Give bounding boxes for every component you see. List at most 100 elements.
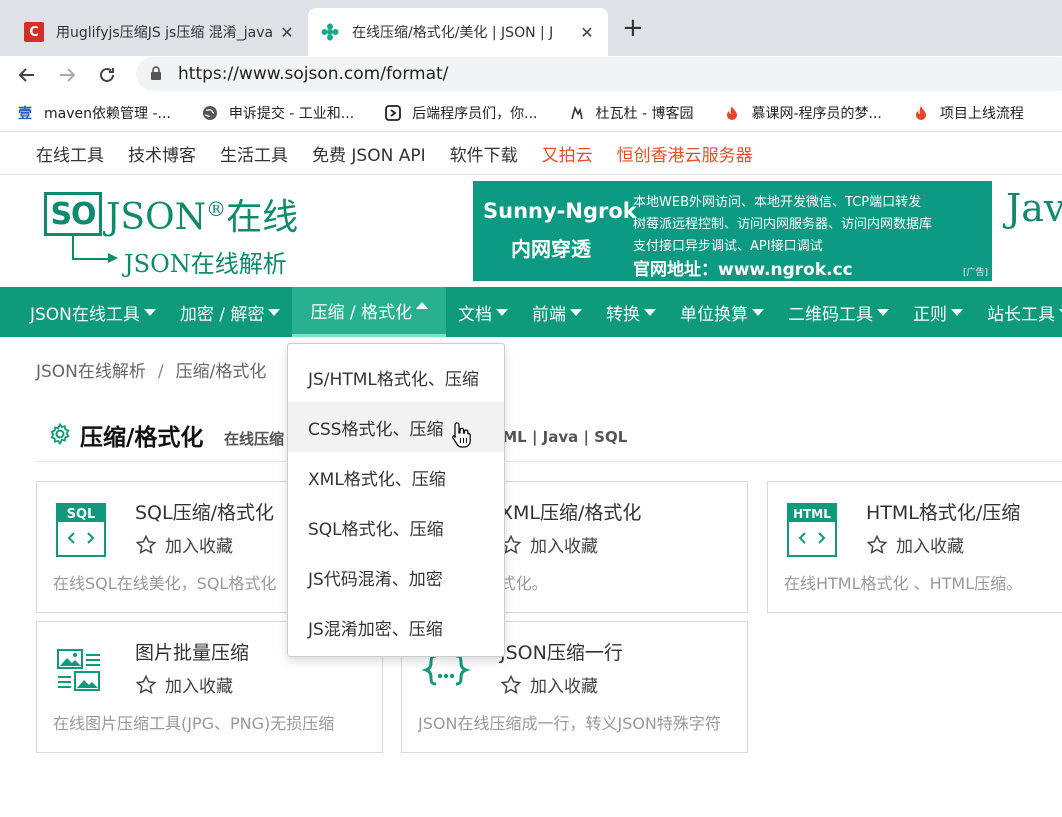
tool-card-html[interactable]: HTML HTML格式化/压缩 加入收藏 在线HTML格式化 、HTML压缩。 <box>767 481 1062 613</box>
caret-up-icon <box>416 302 428 309</box>
bookmark-label: 慕课网-程序员的梦... <box>751 105 882 122</box>
menu-item-js-obfuscate[interactable]: JS代码混淆、加密 <box>288 552 504 602</box>
image-icon <box>57 649 100 691</box>
toplink-tech-blog[interactable]: 技术博客 <box>128 141 196 166</box>
ad-line: 树莓派远程控制、访问内网服务器、访问内网数据库 <box>633 217 933 232</box>
pen-icon <box>568 104 586 122</box>
new-tab-icon[interactable]: + <box>622 14 644 42</box>
toplink-free-json-api[interactable]: 免费 JSON API <box>312 141 426 166</box>
sql-icon: SQL <box>56 503 106 557</box>
forward-icon[interactable] <box>52 60 82 90</box>
star-icon <box>135 674 157 694</box>
tab-title: 用uglifyjs压缩JS js压缩 混淆_java <box>56 25 274 41</box>
browser-tab-1[interactable]: C 用uglifyjs压缩JS js压缩 混淆_java ✕ <box>12 8 308 56</box>
close-tab-icon[interactable]: ✕ <box>578 23 596 42</box>
ad-line: 支付接口异步调试、API接口调试 <box>633 239 823 254</box>
bookmark-3[interactable]: 后端程序员们，你... <box>384 103 538 123</box>
caret-down-icon <box>644 308 656 316</box>
add-favorite-button[interactable]: 加入收藏 <box>135 532 233 557</box>
reload-icon[interactable] <box>92 60 122 90</box>
menu-item-xml-format[interactable]: XML格式化、压缩 <box>288 452 504 502</box>
sojson-favicon-icon <box>320 22 340 42</box>
add-favorite-button[interactable]: 加入收藏 <box>500 532 598 557</box>
back-icon[interactable] <box>12 60 42 90</box>
menu-item-js-obfuscate-compress[interactable]: JS混淆加密、压缩 <box>288 602 504 652</box>
caret-down-icon <box>951 308 963 316</box>
bookmark-2[interactable]: 申诉提交 - 工业和... <box>201 103 354 123</box>
flame-icon <box>723 104 741 122</box>
close-tab-icon[interactable]: ✕ <box>278 23 296 42</box>
site-top-links: 在线工具 技术博客 生活工具 免费 JSON API 软件下载 又拍云 恒创香港… <box>0 133 1062 175</box>
browser-tab-2[interactable]: 在线压缩/格式化/美化 | JSON | J ✕ <box>308 8 608 56</box>
lock-icon <box>150 65 166 83</box>
nav-frontend[interactable]: 前端 <box>520 287 594 337</box>
bookmark-label: 后端程序员们，你... <box>412 105 538 122</box>
svg-text:HTML: HTML <box>793 507 831 521</box>
ngrok-ad-banner[interactable]: Sunny-Ngrok 内网穿透 本地WEB外网访问、本地开发微信、TCP端口转… <box>473 181 992 281</box>
nav-compress-format[interactable]: 压缩 / 格式化 <box>292 287 446 337</box>
bookmark-5[interactable]: 慕课网-程序员的梦... <box>723 103 882 123</box>
code-icon <box>384 104 402 122</box>
compress-format-dropdown: JS/HTML格式化、压缩 CSS格式化、压缩 XML格式化、压缩 SQL格式化… <box>287 343 505 657</box>
add-favorite-button[interactable]: 加入收藏 <box>135 672 233 697</box>
caret-down-icon <box>877 308 889 316</box>
card-title[interactable]: 图片批量压缩 <box>135 638 249 665</box>
flame-icon <box>912 104 930 122</box>
html-icon: HTML <box>787 503 837 557</box>
nav-webmaster[interactable]: 站长工具 <box>975 287 1062 337</box>
csdn-favicon-icon: C <box>24 22 44 42</box>
caret-down-icon <box>752 308 764 316</box>
ad-brand: Sunny-Ngrok <box>483 199 637 223</box>
nav-docs[interactable]: 文档 <box>446 287 520 337</box>
star-icon <box>866 534 888 554</box>
menu-item-sql-format[interactable]: SQL格式化、压缩 <box>288 502 504 552</box>
star-icon <box>135 534 157 554</box>
browser-toolbar: https://www.sojson.com/format/ <box>0 56 1062 94</box>
menu-item-js-html-format[interactable]: JS/HTML格式化、压缩 <box>288 352 504 402</box>
main-nav: JSON在线工具 加密 / 解密 压缩 / 格式化 文档 前端 转换 单位换算 … <box>0 287 1062 337</box>
nav-json-tools[interactable]: JSON在线工具 <box>18 287 168 337</box>
card-title[interactable]: SQL压缩/格式化 <box>135 498 274 525</box>
breadcrumb-home[interactable]: JSON在线解析 <box>36 362 146 382</box>
logo-subtitle: JSON在线解析 <box>124 250 287 278</box>
card-title[interactable]: XML压缩/格式化 <box>500 498 641 525</box>
add-favorite-button[interactable]: 加入收藏 <box>500 672 598 697</box>
toplink-hk-server[interactable]: 恒创香港云服务器 <box>617 141 753 166</box>
card-description: 在线HTML格式化 、HTML压缩。 <box>784 574 1023 593</box>
svg-text:SQL: SQL <box>67 507 96 522</box>
bookmark-1[interactable]: 壹 maven依赖管理 -... <box>16 103 171 123</box>
card-description: 在线图片压缩工具(JPG、PNG)无损压缩 <box>53 714 335 733</box>
site-logo[interactable]: SO JSON®在线 JSON在线解析 <box>44 188 314 278</box>
header-right-text: Jav <box>1006 186 1062 230</box>
add-favorite-button[interactable]: 加入收藏 <box>866 532 964 557</box>
nav-convert[interactable]: 转换 <box>594 287 668 337</box>
toplink-upyun[interactable]: 又拍云 <box>542 141 593 166</box>
toplink-life-tools[interactable]: 生活工具 <box>220 141 288 166</box>
bookmark-label: 项目上线流程 <box>939 105 1024 122</box>
card-title[interactable]: JSON压缩一行 <box>500 638 623 665</box>
toplink-online-tools[interactable]: 在线工具 <box>36 141 104 166</box>
ad-line: 本地WEB外网访问、本地开发微信、TCP端口转发 <box>633 195 922 210</box>
bookmark-6[interactable]: 项目上线流程 <box>912 103 1024 123</box>
address-bar[interactable]: https://www.sojson.com/format/ <box>136 57 1062 91</box>
page-description: 在线压缩 <box>224 430 285 448</box>
bookmark-4[interactable]: 杜瓦杜 - 博客园 <box>568 103 694 123</box>
globe-icon <box>201 104 219 122</box>
ad-brand-sub: 内网穿透 <box>511 237 591 261</box>
card-title[interactable]: HTML格式化/压缩 <box>866 498 1020 525</box>
breadcrumb: JSON在线解析 / 压缩/格式化 <box>36 357 266 382</box>
breadcrumb-current: 压缩/格式化 <box>175 362 267 382</box>
nav-qrcode[interactable]: 二维码工具 <box>776 287 901 337</box>
logo-main: JSON®在线 <box>106 197 299 238</box>
toplink-software-download[interactable]: 软件下载 <box>450 141 518 166</box>
book-icon: 壹 <box>18 105 32 122</box>
bookmark-label: 杜瓦杜 - 博客园 <box>595 105 694 122</box>
url-text: https://www.sojson.com/format/ <box>178 64 449 84</box>
section-heading: 压缩/格式化 在线压缩 TML | Java | SQL <box>36 414 1062 462</box>
nav-encrypt[interactable]: 加密 / 解密 <box>168 287 293 337</box>
gear-icon <box>50 422 70 446</box>
nav-unit-convert[interactable]: 单位换算 <box>668 287 776 337</box>
bookmarks-bar: 壹 maven依赖管理 -... 申诉提交 - 工业和... 后端程序员们，你.… <box>0 94 1062 132</box>
hand-cursor-icon <box>452 422 471 448</box>
nav-regex[interactable]: 正则 <box>901 287 975 337</box>
